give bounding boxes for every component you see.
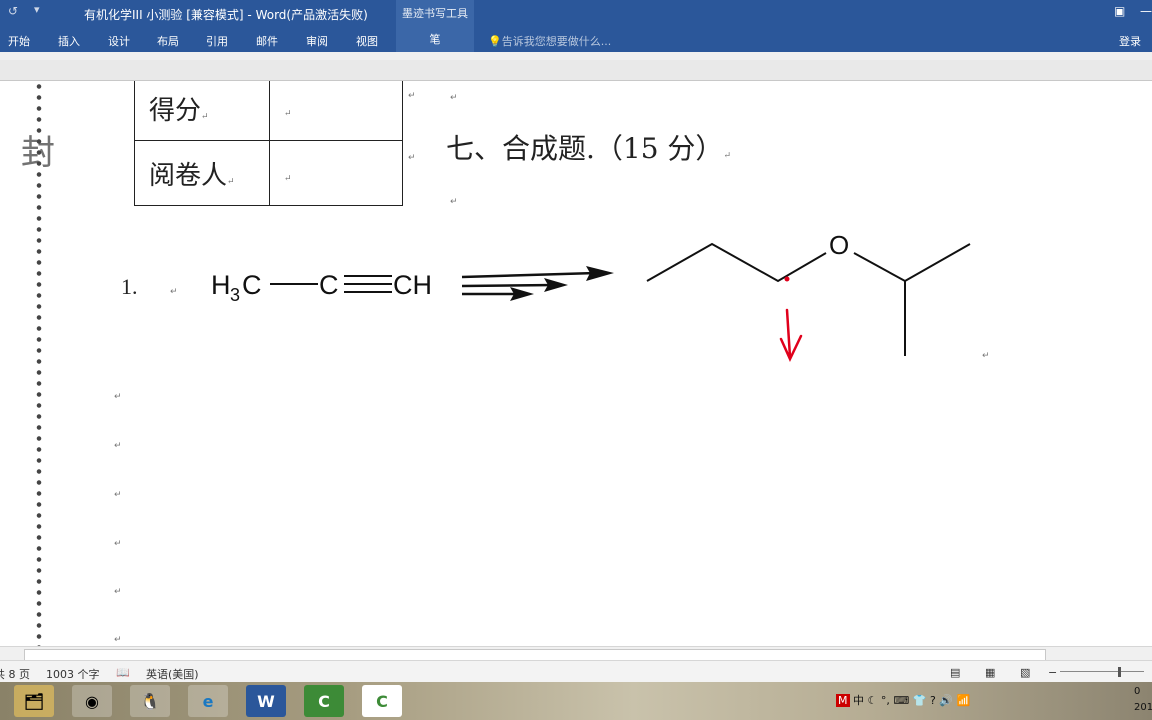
minimize-button[interactable]: — [1140,4,1152,18]
browser-icon[interactable]: e [188,685,228,717]
zoom-slider[interactable] [1060,671,1144,672]
moon-icon[interactable]: ☾ [868,694,878,707]
tab-insert[interactable]: 插入 [58,33,80,49]
ribbon-collapsed-area [0,52,1152,60]
read-mode-icon[interactable]: ▤ [950,666,960,679]
keyboard-icon[interactable]: ⌨ [893,694,909,707]
proofing-icon[interactable]: 📖 [116,666,130,679]
login-button[interactable]: 登录 [1119,33,1141,49]
reactant-h-label: H [211,270,231,300]
clock[interactable]: 0 201 [1134,684,1152,716]
chrome-icon[interactable]: ◉ [72,685,112,717]
file-explorer-icon[interactable]: 🗂 [14,685,54,717]
paragraph-mark: ↵ [114,392,122,402]
tab-pen[interactable]: 笔 [396,28,474,52]
status-bar: 共 8 页 1003 个字 📖 英语(美国) ▤ ▦ ▧ − [0,660,1152,683]
network-icon[interactable]: 📶 [957,694,971,707]
reactant-ch-label: CH [393,270,432,300]
word-count[interactable]: 1003 个字 [46,666,100,682]
paragraph-mark: ↵ [114,635,122,645]
product-skeleton [646,242,827,283]
language-indicator[interactable]: 英语(美国) [146,666,199,682]
ime-chinese-icon[interactable]: 中 [853,694,864,707]
paragraph-mark: ↵ [114,587,122,597]
punctuation-icon[interactable]: °, [881,694,890,707]
horizontal-ruler[interactable]: 1234567891011121314151617181920212223242… [0,60,1152,139]
tab-design[interactable]: 设计 [108,33,130,49]
lightbulb-icon: 💡 [488,35,502,48]
horizontal-scrollbar[interactable] [0,646,1152,661]
tab-review[interactable]: 审阅 [306,33,328,49]
reactant-c-label: C [242,270,262,300]
paragraph-mark: ↵ [114,539,122,549]
print-layout-icon[interactable]: ▦ [985,666,995,679]
ink-tools-group-label: 墨迹书写工具 [396,0,474,28]
tab-view[interactable]: 视图 [356,33,378,49]
paragraph-mark: ↵ [114,490,122,500]
product-oxygen-label: O [829,230,849,260]
ribbon-tabs: 开始 插入 设计 布局 引用 邮件 审阅 视图 笔 💡告诉我您想要做什么... … [0,28,1152,52]
camtasia-icon[interactable]: C [304,685,344,717]
window-title: 有机化学III 小测验 [兼容模式] - Word(产品激活失败) [84,8,368,22]
ime-icon[interactable]: M [836,694,850,707]
reaction-arrow-line [461,271,597,279]
title-bar: ↺ ▾ 有机化学III 小测验 [兼容模式] - Word(产品激活失败) 墨迹… [0,0,1152,28]
page-count[interactable]: 共 8 页 [0,666,30,682]
document-page[interactable]: 封 得分↵ ↵ 阅卷人↵ ↵ ↵ ↵ ↵ 七、合成题.（15 分）↵ ↵ 1. … [0,81,1152,646]
undo-icon[interactable]: ↺ [8,4,18,18]
skin-icon[interactable]: 👕 [913,694,927,707]
volume-icon[interactable]: 🔊 [939,694,953,707]
ink-arrow-annotation [779,308,803,362]
zoom-out-icon[interactable]: − [1048,666,1057,679]
taskbar: 🗂 ◉ 🐧 e W C C M 中 ☾ °, ⌨ 👕 ? 🔊 📶 0 201 [0,682,1152,720]
ink-dot [784,276,790,282]
reactant-c2-label: C [319,270,339,300]
tab-home[interactable]: 开始 [8,33,30,49]
restore-icon[interactable]: ▣ [1114,4,1125,18]
web-layout-icon[interactable]: ▧ [1020,666,1030,679]
paragraph-mark: ↵ [982,351,990,361]
arrowhead-icon [586,266,614,281]
reactant-subscript-3: 3 [230,285,240,305]
tab-references[interactable]: 引用 [206,33,228,49]
reaction-scheme: H 3 C C CH O [211,230,971,362]
quick-access-dropdown-icon[interactable]: ▾ [34,3,40,16]
paragraph-mark: ↵ [114,441,122,451]
reaction-arrow-line [461,283,556,288]
zoom-slider-thumb[interactable] [1118,667,1121,677]
help-icon[interactable]: ? [930,694,936,707]
word-icon[interactable]: W [246,685,286,717]
product-skeleton [853,243,971,283]
qq-icon[interactable]: 🐧 [130,685,170,717]
system-tray: M 中 ☾ °, ⌨ 👕 ? 🔊 📶 [836,692,970,708]
tab-layout[interactable]: 布局 [157,33,179,49]
tab-mailings[interactable]: 邮件 [256,33,278,49]
tell-me-search[interactable]: 💡告诉我您想要做什么... [488,33,611,49]
camtasia-recorder-icon[interactable]: C [362,685,402,717]
